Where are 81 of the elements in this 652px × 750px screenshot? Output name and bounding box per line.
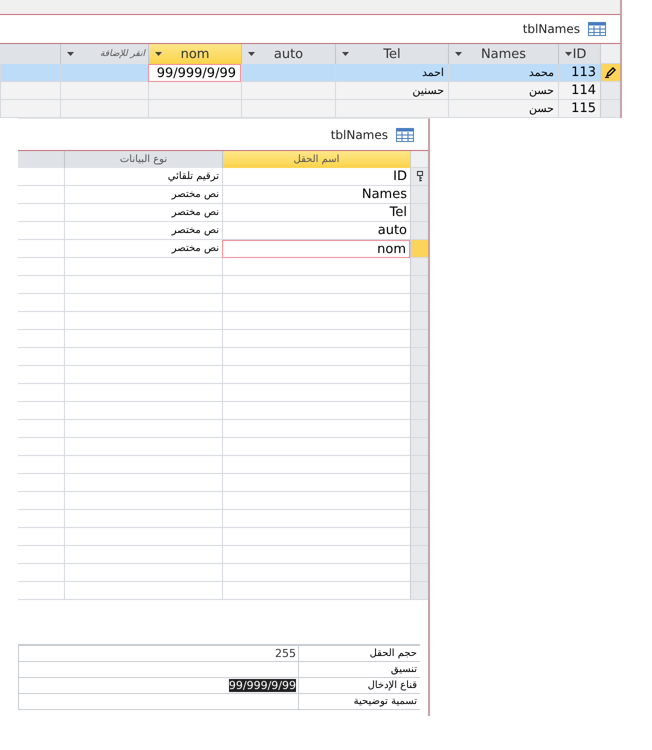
property-value[interactable]: 255 — [19, 646, 298, 661]
field-name-cell[interactable]: Tel — [222, 204, 410, 222]
data-type-cell[interactable]: نص مختصر — [64, 204, 222, 222]
property-label: تنسيق — [298, 662, 420, 677]
field-name-cell[interactable]: nom — [222, 240, 410, 258]
data-type-cell[interactable] — [64, 528, 222, 546]
property-value[interactable]: 99/999/9/99 — [19, 678, 298, 693]
field-name-cell[interactable] — [222, 582, 410, 600]
property-label: حجم الحقل — [298, 646, 420, 661]
data-type-cell[interactable] — [64, 348, 222, 366]
table-icon — [396, 128, 414, 142]
row-selector[interactable] — [410, 168, 428, 186]
field-name-cell[interactable] — [222, 384, 410, 402]
data-type-cell[interactable] — [64, 564, 222, 582]
data-type-cell[interactable]: ترقيم تلقائي — [64, 168, 222, 186]
data-type-cell[interactable] — [64, 312, 222, 330]
data-type-cell[interactable]: نص مختصر — [64, 240, 222, 258]
caret-icon[interactable] — [155, 52, 162, 56]
data-type-cell[interactable] — [64, 438, 222, 456]
field-name-cell[interactable] — [222, 258, 410, 276]
column-header[interactable]: اسم الحقل — [222, 151, 410, 168]
data-type-cell[interactable] — [64, 474, 222, 492]
field-name-cell[interactable] — [222, 420, 410, 438]
field-name-cell[interactable] — [222, 438, 410, 456]
column-header[interactable]: nom — [148, 44, 241, 64]
data-type-cell[interactable]: نص مختصر — [64, 222, 222, 240]
field-name-cell[interactable] — [222, 492, 410, 510]
data-type-cell[interactable] — [64, 276, 222, 294]
field-name-cell[interactable] — [222, 348, 410, 366]
data-type-cell[interactable] — [64, 258, 222, 276]
field-name-cell[interactable] — [222, 474, 410, 492]
pencil-icon — [605, 67, 616, 78]
data-type-cell[interactable] — [64, 402, 222, 420]
data-type-cell[interactable]: نص مختصر — [64, 186, 222, 204]
table-cell: حسنين — [335, 82, 448, 100]
data-type-cell[interactable] — [64, 366, 222, 384]
field-name-cell[interactable] — [222, 366, 410, 384]
table-cell: حسن — [448, 100, 558, 118]
data-type-cell[interactable] — [64, 510, 222, 528]
field-name-cell[interactable] — [222, 528, 410, 546]
table-cell — [0, 82, 60, 100]
field-name-cell[interactable]: ID — [222, 168, 410, 186]
field-name-cell[interactable] — [222, 330, 410, 348]
data-type-cell[interactable] — [64, 384, 222, 402]
field-name-cell[interactable] — [222, 456, 410, 474]
field-name-cell[interactable] — [222, 546, 410, 564]
caret-icon[interactable] — [67, 52, 74, 56]
key-icon — [416, 171, 422, 182]
data-type-cell[interactable] — [64, 420, 222, 438]
table-icon — [588, 22, 606, 36]
field-name-cell[interactable] — [222, 294, 410, 312]
window-title: tblNames — [522, 22, 580, 36]
column-header[interactable]: نوع البيانات — [64, 151, 222, 168]
row-selector[interactable] — [600, 64, 620, 82]
field-name-cell[interactable]: Names — [222, 186, 410, 204]
data-type-cell[interactable] — [64, 294, 222, 312]
field-name-cell[interactable] — [222, 564, 410, 582]
table-cell: 99/999/9/99 — [148, 64, 241, 82]
field-name-cell[interactable] — [222, 276, 410, 294]
caret-icon[interactable] — [248, 52, 255, 56]
data-type-cell[interactable] — [64, 330, 222, 348]
table-cell: 115 — [558, 100, 600, 118]
field-name-cell[interactable]: auto — [222, 222, 410, 240]
table-cell: حسن — [448, 82, 558, 100]
table-cell: 114 — [558, 82, 600, 100]
table-cell: محمد — [448, 64, 558, 82]
table-cell: 113 — [558, 64, 600, 82]
property-label: تسمية توضيحية — [298, 694, 420, 709]
field-name-cell[interactable] — [222, 402, 410, 420]
window-title: tblNames — [330, 128, 388, 142]
data-type-cell[interactable] — [64, 546, 222, 564]
caret-icon[interactable] — [565, 52, 572, 56]
table-cell: احمد — [335, 64, 448, 82]
property-label: قناع الإدخال — [298, 678, 420, 693]
data-type-cell[interactable] — [64, 582, 222, 600]
caret-icon[interactable] — [342, 52, 349, 56]
data-type-cell[interactable] — [64, 456, 222, 474]
field-name-cell[interactable] — [222, 312, 410, 330]
caret-icon[interactable] — [455, 52, 462, 56]
field-name-cell[interactable] — [222, 510, 410, 528]
data-type-cell[interactable] — [64, 492, 222, 510]
